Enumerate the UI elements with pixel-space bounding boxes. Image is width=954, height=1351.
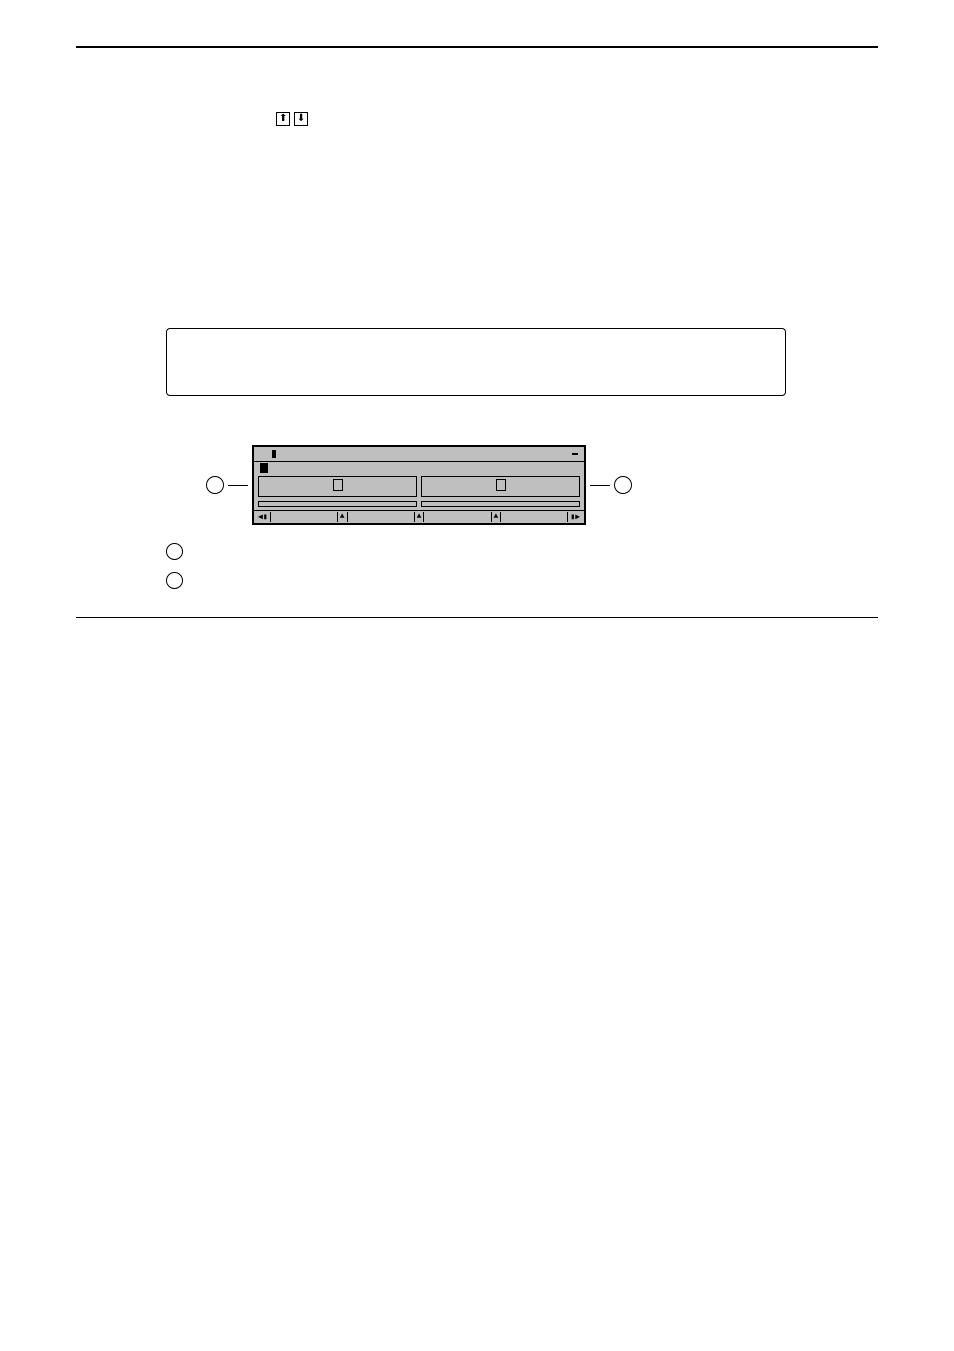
lcd-output-header	[496, 479, 506, 491]
lcd-output-functions	[421, 501, 580, 507]
lcd-timecode	[572, 453, 578, 455]
lcd-screen: ◀▮ ▲ ▲ ▲ ▮▶	[252, 445, 586, 525]
lcd-input-box	[258, 476, 417, 497]
callout-2	[614, 476, 632, 494]
callout-1-leader	[228, 485, 248, 486]
diagram-caption: ⬆ ⬇	[276, 108, 308, 126]
lcd-page-label	[260, 463, 268, 473]
lcd-tab	[500, 512, 568, 522]
lcd-status	[272, 450, 276, 458]
lcd-output-box	[421, 476, 580, 497]
step-1	[146, 414, 878, 435]
lcd-input-functions	[258, 501, 417, 507]
lcd-tab	[347, 512, 415, 522]
footer-rule	[76, 617, 878, 618]
external-circuit-diagram	[166, 328, 786, 396]
lcd-tab	[270, 512, 338, 522]
lcd-input-header	[333, 479, 343, 491]
output-section-head	[166, 572, 878, 593]
rising-edge-icon: ⬆	[276, 112, 290, 126]
db25-pin-diagram	[76, 78, 226, 308]
callout-2-leader	[590, 485, 610, 486]
lcd-tab-bar: ◀▮ ▲ ▲ ▲ ▮▶	[254, 510, 584, 523]
input-section-head	[166, 543, 878, 564]
header-rule	[76, 46, 878, 48]
lcd-tab	[423, 512, 491, 522]
falling-edge-icon: ⬇	[294, 112, 308, 126]
callout-1	[206, 476, 224, 494]
